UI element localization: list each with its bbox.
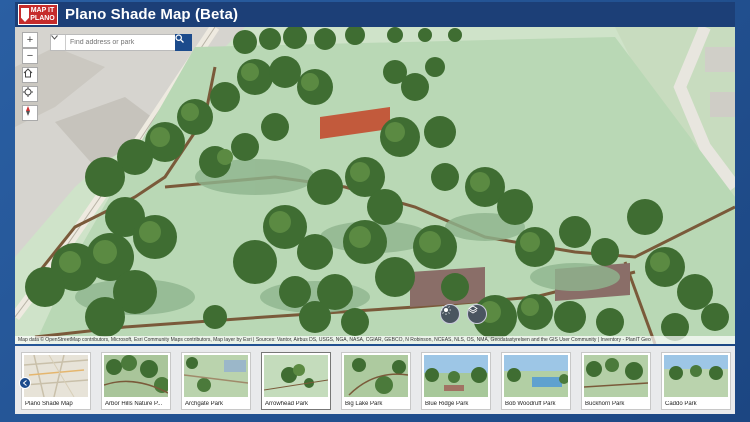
park-card[interactable]: Archgate Park [181, 352, 251, 410]
park-thumbnail [24, 355, 88, 397]
map-attribution: Map data © OpenStreetMap contributors, M… [15, 336, 735, 344]
park-card[interactable]: Bob Woodruff Park [501, 352, 571, 410]
locate-button[interactable] [22, 86, 38, 102]
park-card[interactable]: Blue Ridge Park [421, 352, 491, 410]
app-frame: MAP IT PLANO Plano Shade Map (Beta) + − … [0, 0, 750, 422]
zoom-out-button[interactable]: − [22, 48, 38, 64]
park-thumbnail [344, 355, 408, 397]
park-gallery: Plano Shade Map Arbor Hills Nature P... … [15, 346, 735, 414]
park-thumbnail [424, 355, 488, 397]
park-card-label: Caddo Park [665, 401, 697, 407]
sun-icon [441, 305, 451, 315]
park-card-label: Buckhorn Park [585, 401, 625, 407]
daylight-button[interactable] [440, 304, 460, 324]
park-card-label: Arrowhead Park [265, 401, 309, 407]
home-button[interactable] [22, 67, 38, 83]
app-title: Plano Shade Map (Beta) [65, 6, 239, 23]
home-icon [23, 68, 33, 78]
zoom-in-button[interactable]: + [22, 32, 38, 48]
locate-icon [23, 87, 33, 97]
park-card-label: Plano Shade Map [25, 401, 73, 407]
map-scene [15, 27, 735, 344]
search-input[interactable] [66, 36, 176, 49]
search-button[interactable] [175, 34, 192, 51]
park-card[interactable]: Buckhorn Park [581, 352, 651, 410]
map-view[interactable]: + − Map data © OpenStreetMap contributor… [15, 27, 735, 344]
compass-icon [26, 106, 30, 116]
layers-icon [468, 305, 478, 314]
park-card[interactable]: Plano Shade Map [21, 352, 91, 410]
park-thumbnail [584, 355, 648, 397]
park-thumbnail [264, 355, 328, 397]
park-thumbnail [664, 355, 728, 397]
park-card[interactable]: Big Lake Park [341, 352, 411, 410]
gallery-prev-button[interactable] [19, 377, 31, 389]
park-card-label: Blue Ridge Park [425, 401, 469, 407]
compass-button[interactable] [22, 105, 38, 121]
map-it-plano-logo: MAP IT PLANO [18, 4, 58, 25]
park-thumbnail [184, 355, 248, 397]
park-card-selected[interactable]: Arrowhead Park [261, 352, 331, 410]
layers-button[interactable] [467, 304, 487, 324]
park-card-label: Big Lake Park [345, 401, 383, 407]
park-card[interactable]: Arbor Hills Nature P... [101, 352, 171, 410]
park-card-label: Arbor Hills Nature P... [105, 401, 163, 407]
park-thumbnail [504, 355, 568, 397]
chevron-left-icon [22, 380, 27, 386]
park-thumbnail [104, 355, 168, 397]
chevron-down-icon [51, 35, 58, 40]
search-icon [175, 34, 184, 43]
park-card[interactable]: Caddo Park [661, 352, 731, 410]
search-bar [50, 34, 192, 51]
search-source-dropdown[interactable] [51, 35, 66, 50]
app-header: MAP IT PLANO Plano Shade Map (Beta) [15, 2, 735, 27]
park-card-label: Archgate Park [185, 401, 224, 407]
park-card-label: Bob Woodruff Park [505, 401, 556, 407]
